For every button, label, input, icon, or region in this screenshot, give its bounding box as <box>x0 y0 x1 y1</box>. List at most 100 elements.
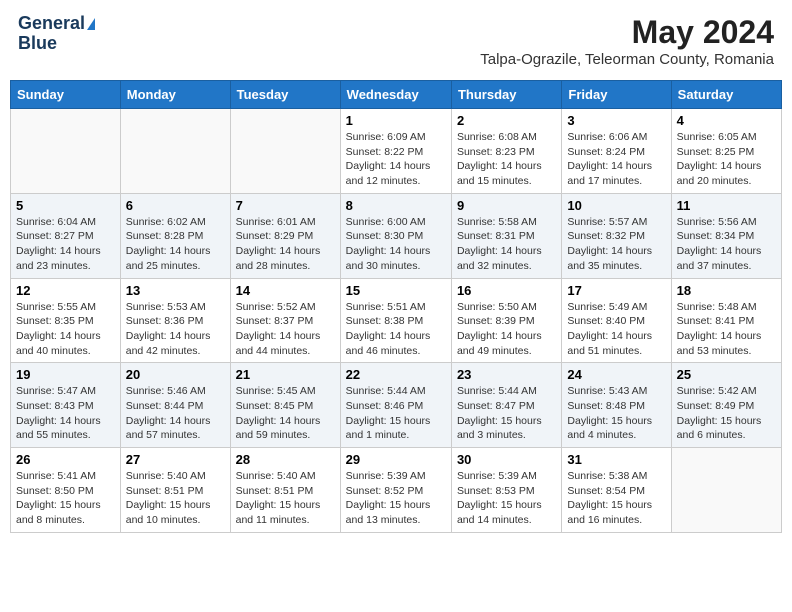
calendar-week-5: 26 Sunrise: 5:41 AM Sunset: 8:50 PM Dayli… <box>11 448 782 533</box>
calendar-cell: 12Sunrise: 5:55 AM Sunset: 8:35 PM Dayli… <box>11 278 121 363</box>
day-info: Sunrise: 5:44 AM Sunset: 8:46 PM Dayligh… <box>346 384 446 443</box>
day-info: Sunrise: 5:38 AM Sunset: 8:54 PM Dayligh… <box>567 469 665 528</box>
day-info: Sunrise: 5:52 AM Sunset: 8:37 PM Dayligh… <box>236 300 335 359</box>
day-number: 8 <box>346 198 446 213</box>
day-number: 25 <box>677 367 776 382</box>
calendar-cell: 2 Sunrise: 6:08 AM Sunset: 8:23 PM Daylig… <box>451 109 561 194</box>
weekday-header-wednesday: Wednesday <box>340 81 451 109</box>
day-number: 31 <box>567 452 665 467</box>
day-info: Sunrise: 5:41 AM Sunset: 8:50 PM Dayligh… <box>16 469 115 528</box>
calendar-week-2: 5Sunrise: 6:04 AM Sunset: 8:27 PM Daylig… <box>11 193 782 278</box>
day-number: 20 <box>126 367 225 382</box>
day-info: Sunrise: 6:09 AM Sunset: 8:22 PM Dayligh… <box>346 130 446 189</box>
day-number: 17 <box>567 283 665 298</box>
day-number: 22 <box>346 367 446 382</box>
calendar-cell: 23 Sunrise: 5:44 AM Sunset: 8:47 PM Dayli… <box>451 363 561 448</box>
calendar-cell: 21Sunrise: 5:45 AM Sunset: 8:45 PM Dayli… <box>230 363 340 448</box>
calendar-cell: 7 Sunrise: 6:01 AM Sunset: 8:29 PM Daylig… <box>230 193 340 278</box>
day-info: Sunrise: 5:39 AM Sunset: 8:52 PM Dayligh… <box>346 469 446 528</box>
logo-arrow-icon <box>87 18 95 30</box>
calendar-cell: 24 Sunrise: 5:43 AM Sunset: 8:48 PM Dayli… <box>562 363 671 448</box>
calendar-cell: 11Sunrise: 5:56 AM Sunset: 8:34 PM Dayli… <box>671 193 781 278</box>
calendar-cell: 4 Sunrise: 6:05 AM Sunset: 8:25 PM Daylig… <box>671 109 781 194</box>
calendar-cell: 30Sunrise: 5:39 AM Sunset: 8:53 PM Dayli… <box>451 448 561 533</box>
calendar-cell: 22 Sunrise: 5:44 AM Sunset: 8:46 PM Dayli… <box>340 363 451 448</box>
weekday-header-sunday: Sunday <box>11 81 121 109</box>
day-info: Sunrise: 6:05 AM Sunset: 8:25 PM Dayligh… <box>677 130 776 189</box>
day-info: Sunrise: 6:02 AM Sunset: 8:28 PM Dayligh… <box>126 215 225 274</box>
day-number: 2 <box>457 113 556 128</box>
month-year-title: May 2024 <box>480 14 774 51</box>
day-info: Sunrise: 5:43 AM Sunset: 8:48 PM Dayligh… <box>567 384 665 443</box>
day-number: 16 <box>457 283 556 298</box>
day-number: 4 <box>677 113 776 128</box>
day-number: 26 <box>16 452 115 467</box>
day-number: 13 <box>126 283 225 298</box>
day-number: 12 <box>16 283 115 298</box>
page-header: General Blue May 2024 Talpa-Ograzile, Te… <box>10 10 782 72</box>
logo: General Blue <box>18 14 95 54</box>
day-info: Sunrise: 5:40 AM Sunset: 8:51 PM Dayligh… <box>236 469 335 528</box>
day-number: 15 <box>346 283 446 298</box>
calendar-cell: 16 Sunrise: 5:50 AM Sunset: 8:39 PM Dayli… <box>451 278 561 363</box>
weekday-header-tuesday: Tuesday <box>230 81 340 109</box>
day-info: Sunrise: 5:44 AM Sunset: 8:47 PM Dayligh… <box>457 384 556 443</box>
day-number: 18 <box>677 283 776 298</box>
day-number: 3 <box>567 113 665 128</box>
calendar-cell: 27 Sunrise: 5:40 AM Sunset: 8:51 PM Dayli… <box>120 448 230 533</box>
day-info: Sunrise: 5:50 AM Sunset: 8:39 PM Dayligh… <box>457 300 556 359</box>
day-number: 6 <box>126 198 225 213</box>
calendar-cell: 28 Sunrise: 5:40 AM Sunset: 8:51 PM Dayli… <box>230 448 340 533</box>
calendar-cell <box>671 448 781 533</box>
logo-text-blue: Blue <box>18 34 57 54</box>
calendar-cell: 29 Sunrise: 5:39 AM Sunset: 8:52 PM Dayli… <box>340 448 451 533</box>
weekday-header-friday: Friday <box>562 81 671 109</box>
weekday-header-monday: Monday <box>120 81 230 109</box>
calendar-cell: 25 Sunrise: 5:42 AM Sunset: 8:49 PM Dayli… <box>671 363 781 448</box>
day-info: Sunrise: 6:01 AM Sunset: 8:29 PM Dayligh… <box>236 215 335 274</box>
weekday-header-row: SundayMondayTuesdayWednesdayThursdayFrid… <box>11 81 782 109</box>
day-info: Sunrise: 5:42 AM Sunset: 8:49 PM Dayligh… <box>677 384 776 443</box>
day-number: 19 <box>16 367 115 382</box>
day-info: Sunrise: 5:58 AM Sunset: 8:31 PM Dayligh… <box>457 215 556 274</box>
calendar-cell: 17 Sunrise: 5:49 AM Sunset: 8:40 PM Dayli… <box>562 278 671 363</box>
day-number: 24 <box>567 367 665 382</box>
day-number: 7 <box>236 198 335 213</box>
weekday-header-thursday: Thursday <box>451 81 561 109</box>
day-info: Sunrise: 5:49 AM Sunset: 8:40 PM Dayligh… <box>567 300 665 359</box>
day-number: 1 <box>346 113 446 128</box>
calendar-cell: 20 Sunrise: 5:46 AM Sunset: 8:44 PM Dayli… <box>120 363 230 448</box>
day-info: Sunrise: 5:53 AM Sunset: 8:36 PM Dayligh… <box>126 300 225 359</box>
weekday-header-saturday: Saturday <box>671 81 781 109</box>
calendar-cell <box>120 109 230 194</box>
calendar-cell: 15 Sunrise: 5:51 AM Sunset: 8:38 PM Dayli… <box>340 278 451 363</box>
day-number: 28 <box>236 452 335 467</box>
day-info: Sunrise: 6:06 AM Sunset: 8:24 PM Dayligh… <box>567 130 665 189</box>
calendar-cell: 5Sunrise: 6:04 AM Sunset: 8:27 PM Daylig… <box>11 193 121 278</box>
calendar-cell <box>230 109 340 194</box>
calendar-cell: 6 Sunrise: 6:02 AM Sunset: 8:28 PM Daylig… <box>120 193 230 278</box>
day-info: Sunrise: 5:40 AM Sunset: 8:51 PM Dayligh… <box>126 469 225 528</box>
day-info: Sunrise: 6:08 AM Sunset: 8:23 PM Dayligh… <box>457 130 556 189</box>
calendar-cell: 9Sunrise: 5:58 AM Sunset: 8:31 PM Daylig… <box>451 193 561 278</box>
calendar-week-4: 19Sunrise: 5:47 AM Sunset: 8:43 PM Dayli… <box>11 363 782 448</box>
day-number: 27 <box>126 452 225 467</box>
day-number: 29 <box>346 452 446 467</box>
day-info: Sunrise: 6:04 AM Sunset: 8:27 PM Dayligh… <box>16 215 115 274</box>
day-number: 23 <box>457 367 556 382</box>
calendar-cell: 10Sunrise: 5:57 AM Sunset: 8:32 PM Dayli… <box>562 193 671 278</box>
calendar-body: 1 Sunrise: 6:09 AM Sunset: 8:22 PM Daylig… <box>11 109 782 533</box>
calendar-cell <box>11 109 121 194</box>
logo-text-general: General <box>18 14 85 34</box>
calendar-cell: 18Sunrise: 5:48 AM Sunset: 8:41 PM Dayli… <box>671 278 781 363</box>
calendar-week-3: 12Sunrise: 5:55 AM Sunset: 8:35 PM Dayli… <box>11 278 782 363</box>
day-info: Sunrise: 5:45 AM Sunset: 8:45 PM Dayligh… <box>236 384 335 443</box>
day-number: 14 <box>236 283 335 298</box>
calendar-cell: 26 Sunrise: 5:41 AM Sunset: 8:50 PM Dayli… <box>11 448 121 533</box>
calendar-cell: 3 Sunrise: 6:06 AM Sunset: 8:24 PM Daylig… <box>562 109 671 194</box>
day-info: Sunrise: 5:51 AM Sunset: 8:38 PM Dayligh… <box>346 300 446 359</box>
day-number: 11 <box>677 198 776 213</box>
calendar-cell: 19Sunrise: 5:47 AM Sunset: 8:43 PM Dayli… <box>11 363 121 448</box>
day-number: 10 <box>567 198 665 213</box>
day-info: Sunrise: 5:46 AM Sunset: 8:44 PM Dayligh… <box>126 384 225 443</box>
